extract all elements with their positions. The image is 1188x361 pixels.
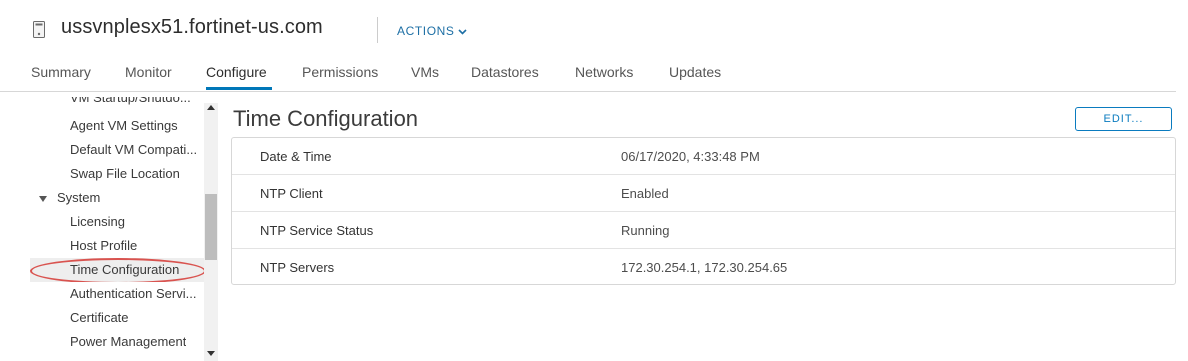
tab-permissions[interactable]: Permissions (302, 64, 378, 80)
table-row: NTP Service Status Running (232, 212, 1175, 249)
tab-updates[interactable]: Updates (669, 64, 721, 80)
nav-item-certificate[interactable]: Certificate (30, 306, 206, 330)
nav-item-authentication-services[interactable]: Authentication Servi... (30, 282, 206, 306)
scroll-down-arrow-icon[interactable] (207, 351, 215, 356)
edit-button[interactable]: EDIT... (1075, 107, 1172, 131)
table-row: Date & Time 06/17/2020, 4:33:48 PM (232, 138, 1175, 175)
row-value: Running (621, 223, 670, 238)
row-key: NTP Service Status (260, 223, 374, 238)
tab-configure[interactable]: Configure (206, 64, 267, 80)
page-title: Time Configuration (233, 106, 419, 131)
tab-networks[interactable]: Networks (575, 64, 633, 80)
actions-menu-button[interactable]: ACTIONS (397, 24, 467, 38)
nav-item-power-management[interactable]: Power Management (30, 330, 206, 354)
row-value: 06/17/2020, 4:33:48 PM (621, 149, 760, 164)
tab-summary[interactable]: Summary (31, 64, 91, 80)
host-title: ussvnplesx51.fortinet-us.com (61, 16, 323, 38)
tab-vms[interactable]: VMs (411, 64, 439, 80)
scroll-up-arrow-icon[interactable] (207, 105, 215, 110)
configure-nav-tree: VM Startup/Shutdo... Agent VM Settings D… (30, 97, 218, 361)
table-row: NTP Client Enabled (232, 175, 1175, 212)
scrollbar-thumb[interactable] (205, 194, 217, 260)
host-server-icon (33, 21, 45, 38)
tab-bar: Summary Monitor Configure Permissions VM… (0, 58, 1176, 92)
sidebar-scrollbar[interactable] (204, 103, 218, 361)
tab-monitor[interactable]: Monitor (125, 64, 172, 80)
row-value: Enabled (621, 186, 669, 201)
row-value: 172.30.254.1, 172.30.254.65 (621, 260, 788, 275)
row-key: NTP Servers (260, 260, 335, 275)
chevron-down-icon (457, 27, 467, 38)
table-row: NTP Servers 172.30.254.1, 172.30.254.65 (232, 249, 1175, 284)
tab-datastores[interactable]: Datastores (471, 64, 539, 80)
active-tab-indicator (206, 87, 272, 90)
nav-item-swap-file-location[interactable]: Swap File Location (30, 162, 206, 186)
row-key: Date & Time (260, 149, 332, 164)
object-header: ussvnplesx51.fortinet-us.com ACTIONS (0, 0, 1188, 58)
nav-item-time-configuration[interactable]: Time Configuration (30, 258, 206, 282)
actions-label: ACTIONS (397, 24, 455, 38)
nav-item-agent-vm-settings[interactable]: Agent VM Settings (30, 114, 206, 138)
nav-item-default-vm-compatibility[interactable]: Default VM Compati... (30, 138, 206, 162)
triangle-down-icon[interactable] (39, 196, 47, 202)
nav-item-licensing[interactable]: Licensing (30, 210, 206, 234)
row-key: NTP Client (260, 186, 323, 201)
time-config-table: Date & Time 06/17/2020, 4:33:48 PM NTP C… (231, 137, 1176, 285)
nav-item-host-profile[interactable]: Host Profile (30, 234, 206, 258)
header-divider (377, 17, 378, 43)
nav-group-system[interactable]: System (30, 186, 206, 210)
